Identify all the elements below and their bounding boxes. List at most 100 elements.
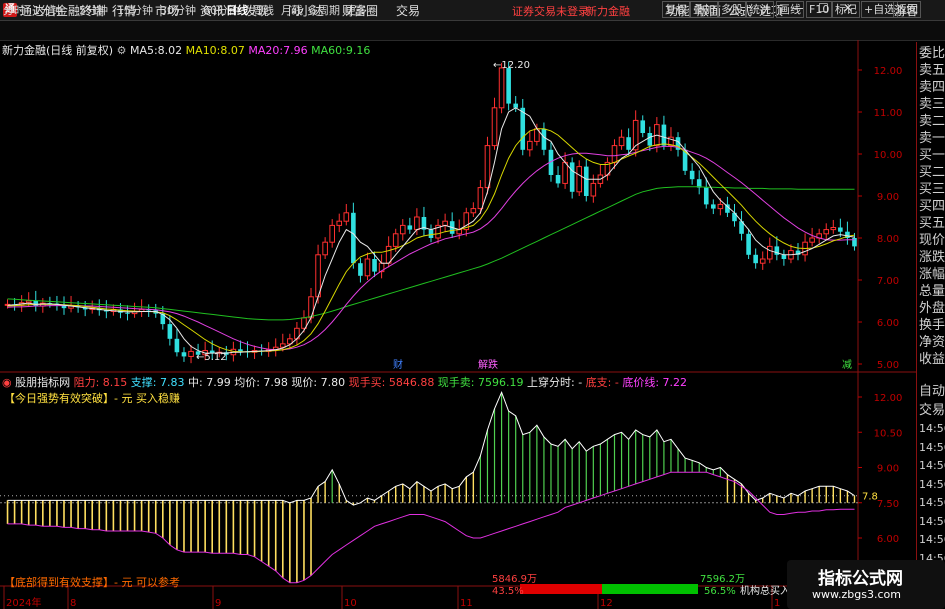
f10-button[interactable]: F10	[806, 1, 833, 18]
candle-body	[351, 212, 356, 264]
candle-body	[322, 241, 328, 256]
side-panel-time: 14:56	[919, 440, 945, 454]
candle-body	[759, 258, 766, 264]
candle-body	[506, 67, 511, 104]
side-panel-label: 买三	[919, 182, 945, 197]
tab-weekly[interactable]: 周线	[252, 2, 274, 18]
candle-body	[590, 182, 597, 197]
reduce-marker: 减	[842, 359, 852, 371]
axis-tick-label: 7.50	[877, 499, 899, 510]
ma20-line	[7, 145, 855, 351]
last-value-label: 7.8	[862, 492, 878, 503]
candle-body	[167, 324, 173, 339]
candle-body	[611, 145, 618, 163]
candle-body	[329, 224, 335, 243]
date-label: 1	[774, 598, 780, 609]
side-panel-time: 自动	[919, 384, 945, 399]
axis-tick-label: 8.00	[877, 234, 899, 245]
candle-body	[428, 229, 434, 238]
candle-body	[125, 312, 130, 314]
tab-more[interactable]: 更多	[345, 2, 367, 18]
side-panel-label: 外盘	[919, 301, 945, 316]
candle-body	[238, 349, 243, 352]
candle-body	[25, 300, 32, 304]
date-label: 11	[460, 598, 473, 609]
date-label: 8	[70, 598, 76, 609]
candle-body	[343, 212, 350, 222]
candle-body	[838, 227, 843, 232]
draw-line-button[interactable]: 画线	[776, 1, 804, 18]
tab-1min[interactable]: 1分钟	[33, 2, 62, 18]
candle-body	[766, 245, 773, 260]
watermark-url: www.zbgs3.com	[812, 588, 901, 601]
buy-volume-bar	[520, 584, 602, 594]
tab-15min[interactable]: 15分钟	[117, 2, 153, 18]
low-price-label: ←5.12	[196, 352, 227, 363]
tab-30min[interactable]: 30分钟	[160, 2, 196, 18]
candle-body	[830, 227, 837, 231]
side-panel-label: 涨跌	[919, 250, 945, 265]
tab-multi-period[interactable]: 多周期	[307, 2, 340, 18]
tab-timeshare[interactable]: 分时	[3, 2, 25, 18]
login-warning[interactable]: 证券交易未登录	[512, 3, 589, 19]
tab-monthly[interactable]: 月线	[281, 2, 303, 18]
date-label: 12	[600, 598, 613, 609]
side-panel-label: 委比	[919, 46, 945, 61]
candle-body	[470, 208, 477, 214]
candle-body	[491, 107, 498, 147]
candle-body	[520, 107, 526, 150]
axis-tick-label: 11.00	[874, 108, 903, 119]
candle-body	[527, 140, 533, 151]
side-panel-label: 换手	[919, 318, 945, 333]
mark-button[interactable]: 标记	[832, 1, 860, 18]
multi-stock-button[interactable]: 多股	[718, 1, 746, 18]
axis-tick-label: 9.00	[877, 192, 899, 203]
side-panel-time: 14:56	[919, 459, 945, 472]
candle-body	[781, 254, 787, 259]
menu-item-trade[interactable]: 交易	[396, 2, 420, 19]
candle-body	[399, 224, 406, 235]
candle-body	[711, 204, 716, 209]
buy-volume-label: 5846.9万	[492, 574, 537, 585]
tab-daily[interactable]: 日线	[226, 2, 248, 18]
axis-tick-label: 6.00	[877, 534, 899, 545]
candle-body	[188, 350, 194, 357]
high-price-label: ←12.20	[493, 60, 530, 71]
axis-tick-label: 6.00	[877, 318, 899, 329]
side-panel-time: 交易	[919, 402, 945, 418]
sell-volume-bar	[602, 584, 698, 594]
side-panel-label: 卖三	[919, 97, 945, 112]
candle-body	[746, 233, 751, 255]
side-panel-label: 买二	[919, 165, 945, 180]
buy-pct-label: 43.5%	[492, 586, 524, 597]
candle-body	[569, 162, 575, 192]
axis-tick-label: 7.00	[877, 276, 899, 287]
candle-body	[308, 296, 314, 319]
candle-body	[823, 229, 830, 235]
candle-body	[809, 237, 815, 243]
candle-body	[640, 120, 646, 133]
stats-button[interactable]: 统计	[746, 1, 774, 18]
back-button[interactable]: 返回	[893, 1, 921, 18]
candle-body	[174, 338, 180, 353]
candle-body	[661, 124, 667, 146]
date-label: 9	[215, 598, 221, 609]
axis-tick-label: 12.00	[874, 393, 903, 404]
side-panel-time: 14:56	[919, 496, 945, 509]
event-marker: 解跌	[478, 358, 498, 371]
candle-body	[618, 136, 625, 147]
candle-body	[689, 170, 695, 180]
candle-body	[626, 137, 631, 150]
side-panel-label: 买四	[919, 199, 945, 214]
overlay-button[interactable]: 叠加	[690, 1, 718, 18]
sell-volume-label: 7596.2万	[700, 574, 745, 585]
candlestick-chart[interactable]: 12.00 11.00 10.00 9.00 8.00 7.00 6.00 5.00 ←12.…	[0, 40, 916, 373]
candle-body	[555, 175, 561, 184]
side-panel-time: 14:56	[919, 422, 945, 435]
tab-5min[interactable]: 5分钟	[79, 2, 108, 18]
candle-body	[372, 259, 377, 272]
adjust-button[interactable]: 复权	[662, 1, 690, 18]
period-toolbar	[0, 21, 945, 41]
candle-body	[498, 67, 505, 109]
candle-body	[442, 220, 448, 226]
